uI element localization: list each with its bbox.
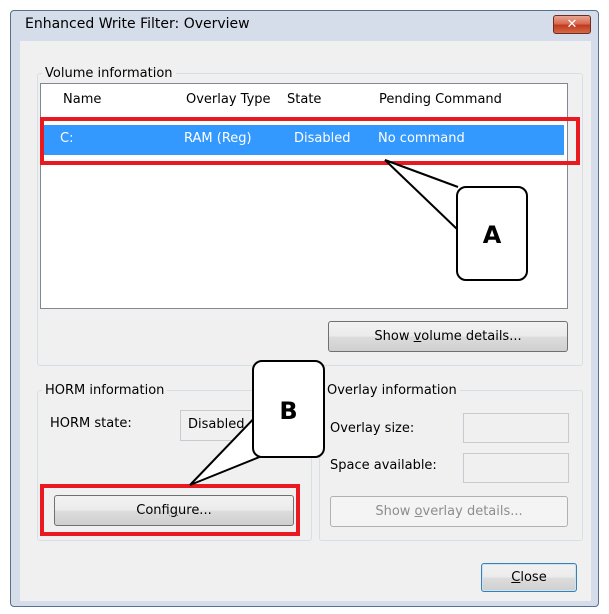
close-icon: ✕ xyxy=(566,17,578,32)
button-text: olume details... xyxy=(421,329,522,344)
button-text: Show xyxy=(374,329,414,344)
button-accelerator: C xyxy=(511,570,521,585)
title-bar[interactable]: Enhanced Write Filter: Overview ✕ xyxy=(11,11,598,39)
volume-information-legend: Volume information xyxy=(45,66,173,81)
highlight-box-a xyxy=(40,117,580,165)
show-volume-details-button[interactable]: Show volume details... xyxy=(328,321,568,352)
overlay-size-field xyxy=(463,413,569,443)
callout-a: A xyxy=(456,186,528,281)
overlay-information-legend: Overlay information xyxy=(327,383,457,398)
button-text: Show xyxy=(375,504,415,519)
window-close-button[interactable]: ✕ xyxy=(553,15,591,34)
callout-b: B xyxy=(252,360,325,458)
button-accelerator: o xyxy=(414,504,423,519)
column-header-state[interactable]: State xyxy=(287,92,321,107)
column-header-name[interactable]: Name xyxy=(63,92,101,107)
column-header-overlay-type[interactable]: Overlay Type xyxy=(186,92,271,107)
button-text: verlay details... xyxy=(422,504,523,519)
button-text: lose xyxy=(520,570,547,585)
horm-state-value: Disabled xyxy=(188,417,245,432)
highlight-box-b xyxy=(40,484,300,536)
space-available-label: Space available: xyxy=(330,458,437,473)
callout-a-label: A xyxy=(482,221,502,249)
show-overlay-details-button[interactable]: Show overlay details... xyxy=(330,496,568,527)
horm-information-legend: HORM information xyxy=(45,383,165,398)
window-title: Enhanced Write Filter: Overview xyxy=(25,16,250,32)
callout-b-label: B xyxy=(279,397,298,425)
horm-state-label: HORM state: xyxy=(50,416,132,431)
overlay-size-label: Overlay size: xyxy=(330,421,415,436)
space-available-field xyxy=(463,453,569,483)
close-button[interactable]: Close xyxy=(481,563,577,592)
column-header-pending-command[interactable]: Pending Command xyxy=(379,92,502,107)
